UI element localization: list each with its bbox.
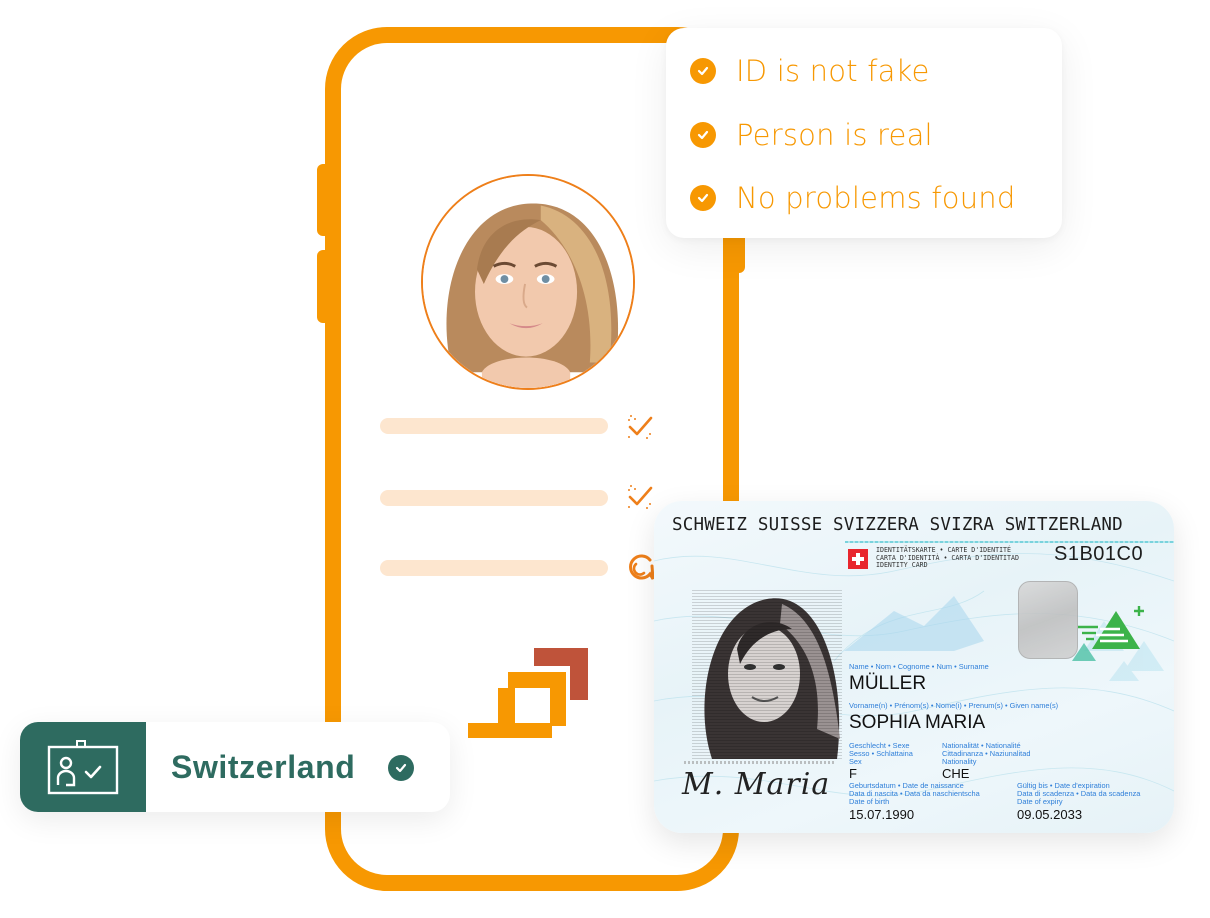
nationality-label: Nationalität • Nationalité Cittadinanza … (942, 741, 1031, 767)
result-label: No problems found (736, 181, 1016, 215)
result-label: Person is real (736, 118, 933, 152)
verification-results-card: ID is not fake Person is real No problem… (666, 28, 1062, 238)
step-placeholder-bar (380, 490, 608, 506)
result-item: ID is not fake (690, 54, 930, 88)
step-placeholder-bar (380, 418, 608, 434)
result-item: No problems found (690, 181, 1016, 215)
country-badge: Switzerland (20, 722, 450, 812)
photo-microtext (684, 761, 834, 764)
surname-value: MÜLLER (849, 673, 927, 694)
sex-value: F (849, 766, 857, 781)
sex-label: Geschlecht • Sexe Sesso • Schlattaina Se… (849, 741, 913, 767)
brand-logo-icon (468, 648, 588, 738)
sparkle-check-icon (628, 415, 653, 439)
expiry-value: 09.05.2033 (1017, 807, 1083, 822)
face-photo-icon (423, 176, 633, 388)
surname-label: Name • Nom • Cognome • Num • Surname (849, 662, 989, 671)
card-country-header: SCHWEIZ SUISSE SVIZZERA SVIZRA SWITZERLA… (672, 515, 1123, 535)
id-card: SCHWEIZ SUISSE SVIZZERA SVIZRA SWITZERLA… (654, 501, 1174, 833)
id-portrait-photo (692, 589, 842, 759)
check-circle-icon (690, 122, 716, 148)
selfie-avatar (421, 174, 635, 390)
given-names-value: SOPHIA MARIA (849, 712, 986, 733)
check-circle-icon (690, 185, 716, 211)
document-number: S1B01C0 (1054, 543, 1144, 565)
result-label: ID is not fake (736, 54, 930, 88)
mountain-emblem-icon (1072, 606, 1144, 661)
expiry-label: Gültig bis • Date d'expiration Data di s… (1017, 781, 1141, 807)
id-badge-icon (20, 722, 146, 812)
chat-spinner-icon (629, 554, 655, 580)
given-names-label: Vorname(n) • Prénom(s) • Nome(i) • Prenu… (849, 701, 1059, 710)
document-type: IDENTITÄTSKARTE • CARTE D'IDENTITÉ CARTA… (876, 546, 1019, 570)
dob-value: 15.07.1990 (849, 807, 915, 822)
step-placeholder-bar (380, 560, 608, 576)
swiss-flag-icon (848, 549, 868, 569)
check-circle-icon (690, 58, 716, 84)
check-circle-icon (388, 755, 414, 781)
country-name: Switzerland (171, 749, 356, 785)
holder-signature: M. Maria (682, 767, 831, 802)
result-item: Person is real (690, 118, 933, 152)
sparkle-check-icon (628, 485, 653, 509)
nationality-value: CHE (942, 766, 970, 781)
hologram-photo (1018, 581, 1078, 659)
dob-label: Geburtsdatum • Date de naissance Data di… (849, 781, 980, 807)
